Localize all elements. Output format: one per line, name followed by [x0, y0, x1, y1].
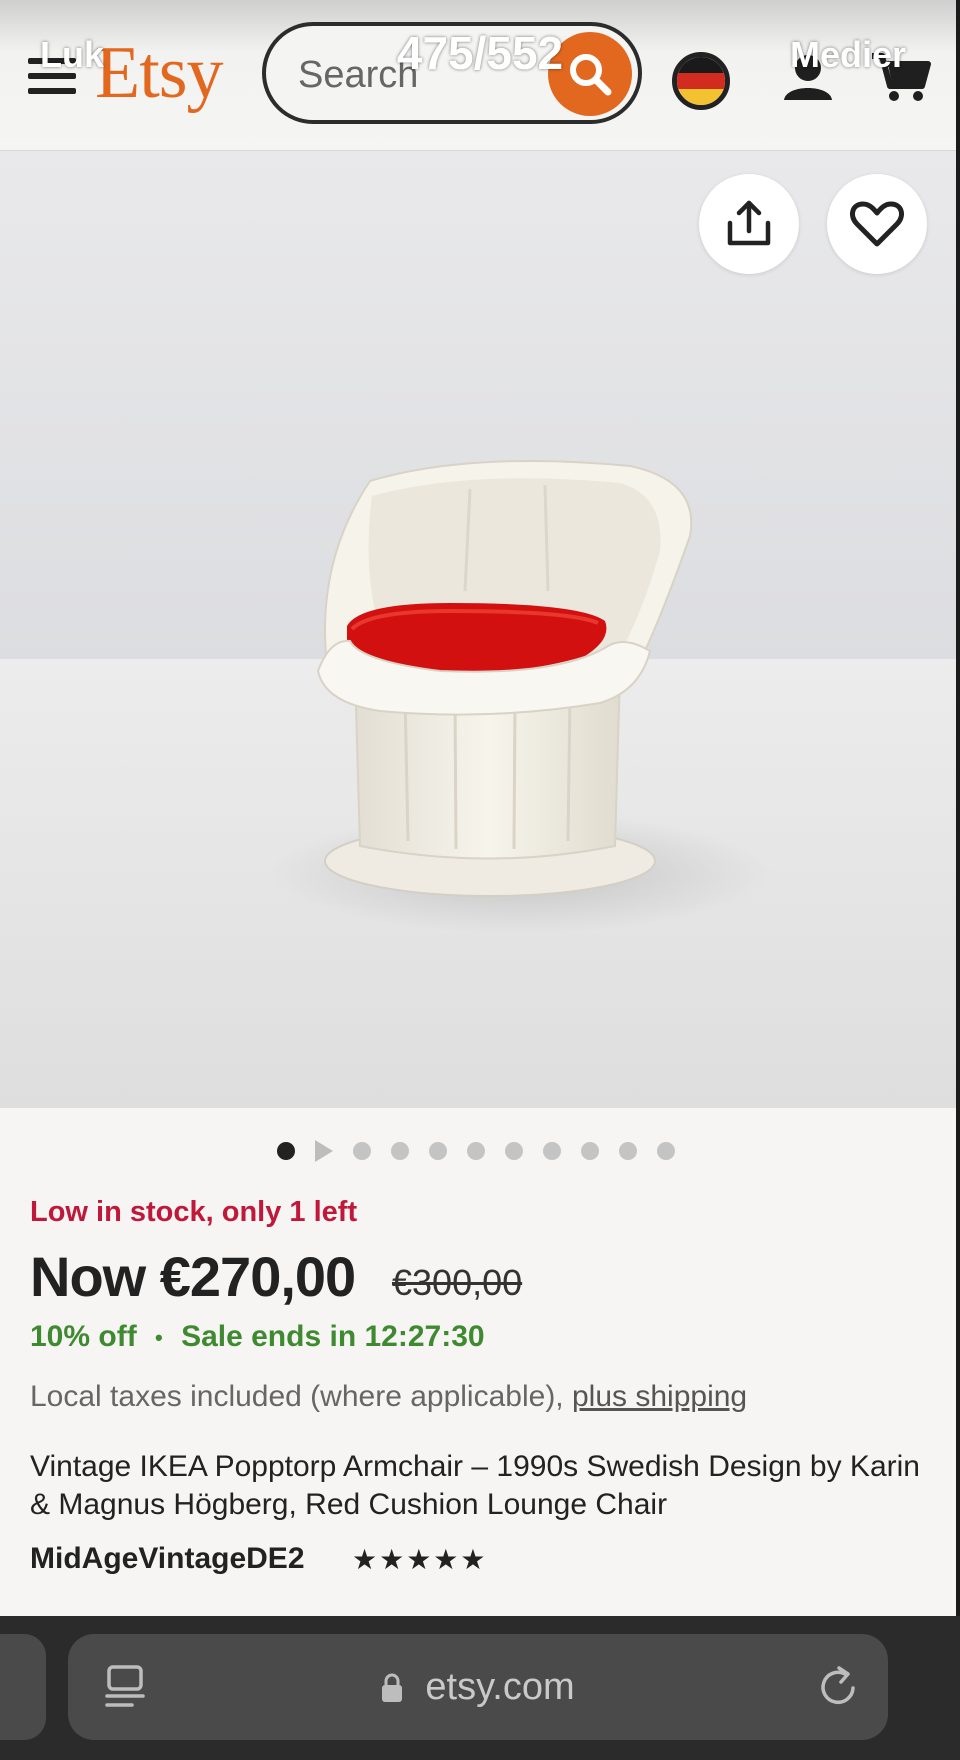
original-price: €300,00: [392, 1262, 523, 1303]
tax-text: Local taxes included (where applicable),: [30, 1380, 572, 1413]
armchair-photo: [0, 151, 956, 1108]
edge-shadow: [956, 0, 960, 1616]
carousel-dot[interactable]: [391, 1142, 409, 1160]
listing-title: Vintage IKEA Popptorp Armchair – 1990s S…: [30, 1450, 920, 1521]
shipping-link[interactable]: plus shipping: [572, 1380, 747, 1413]
share-button[interactable]: [699, 174, 799, 274]
carousel-dot[interactable]: [619, 1142, 637, 1160]
product-image[interactable]: [0, 151, 956, 1108]
carousel-dot[interactable]: [543, 1142, 561, 1160]
listing-details: [0, 1108, 956, 1616]
media-button[interactable]: Medier: [790, 34, 906, 76]
carousel-video-indicator[interactable]: [313, 1138, 335, 1164]
carousel-dots[interactable]: [0, 1134, 960, 1164]
carousel-dot[interactable]: [581, 1142, 599, 1160]
sale-info: 10% off • Sale ends in 12:27:30: [30, 1320, 485, 1354]
stock-notice: Low in stock, only 1 left: [30, 1196, 358, 1228]
carousel-dot[interactable]: [353, 1142, 371, 1160]
discount-label: 10% off: [30, 1320, 137, 1353]
carousel-dot[interactable]: [505, 1142, 523, 1160]
current-price: Now €270,00: [30, 1245, 356, 1308]
share-icon: [727, 200, 771, 246]
carousel-dot[interactable]: [429, 1142, 447, 1160]
carousel-dot-active[interactable]: [277, 1142, 295, 1160]
heart-icon: [850, 201, 904, 247]
carousel-dot[interactable]: [467, 1142, 485, 1160]
shop-name[interactable]: MidAgeVintageDE2: [30, 1542, 305, 1576]
rating-stars[interactable]: ★★★★★: [352, 1543, 488, 1576]
tax-info: Local taxes included (where applicable),…: [30, 1380, 747, 1414]
favorite-button[interactable]: [827, 174, 927, 274]
carousel-dot[interactable]: [657, 1142, 675, 1160]
reload-icon[interactable]: [815, 1664, 861, 1710]
sale-separator: •: [155, 1325, 163, 1351]
sale-countdown: Sale ends in 12:27:30: [181, 1320, 485, 1353]
